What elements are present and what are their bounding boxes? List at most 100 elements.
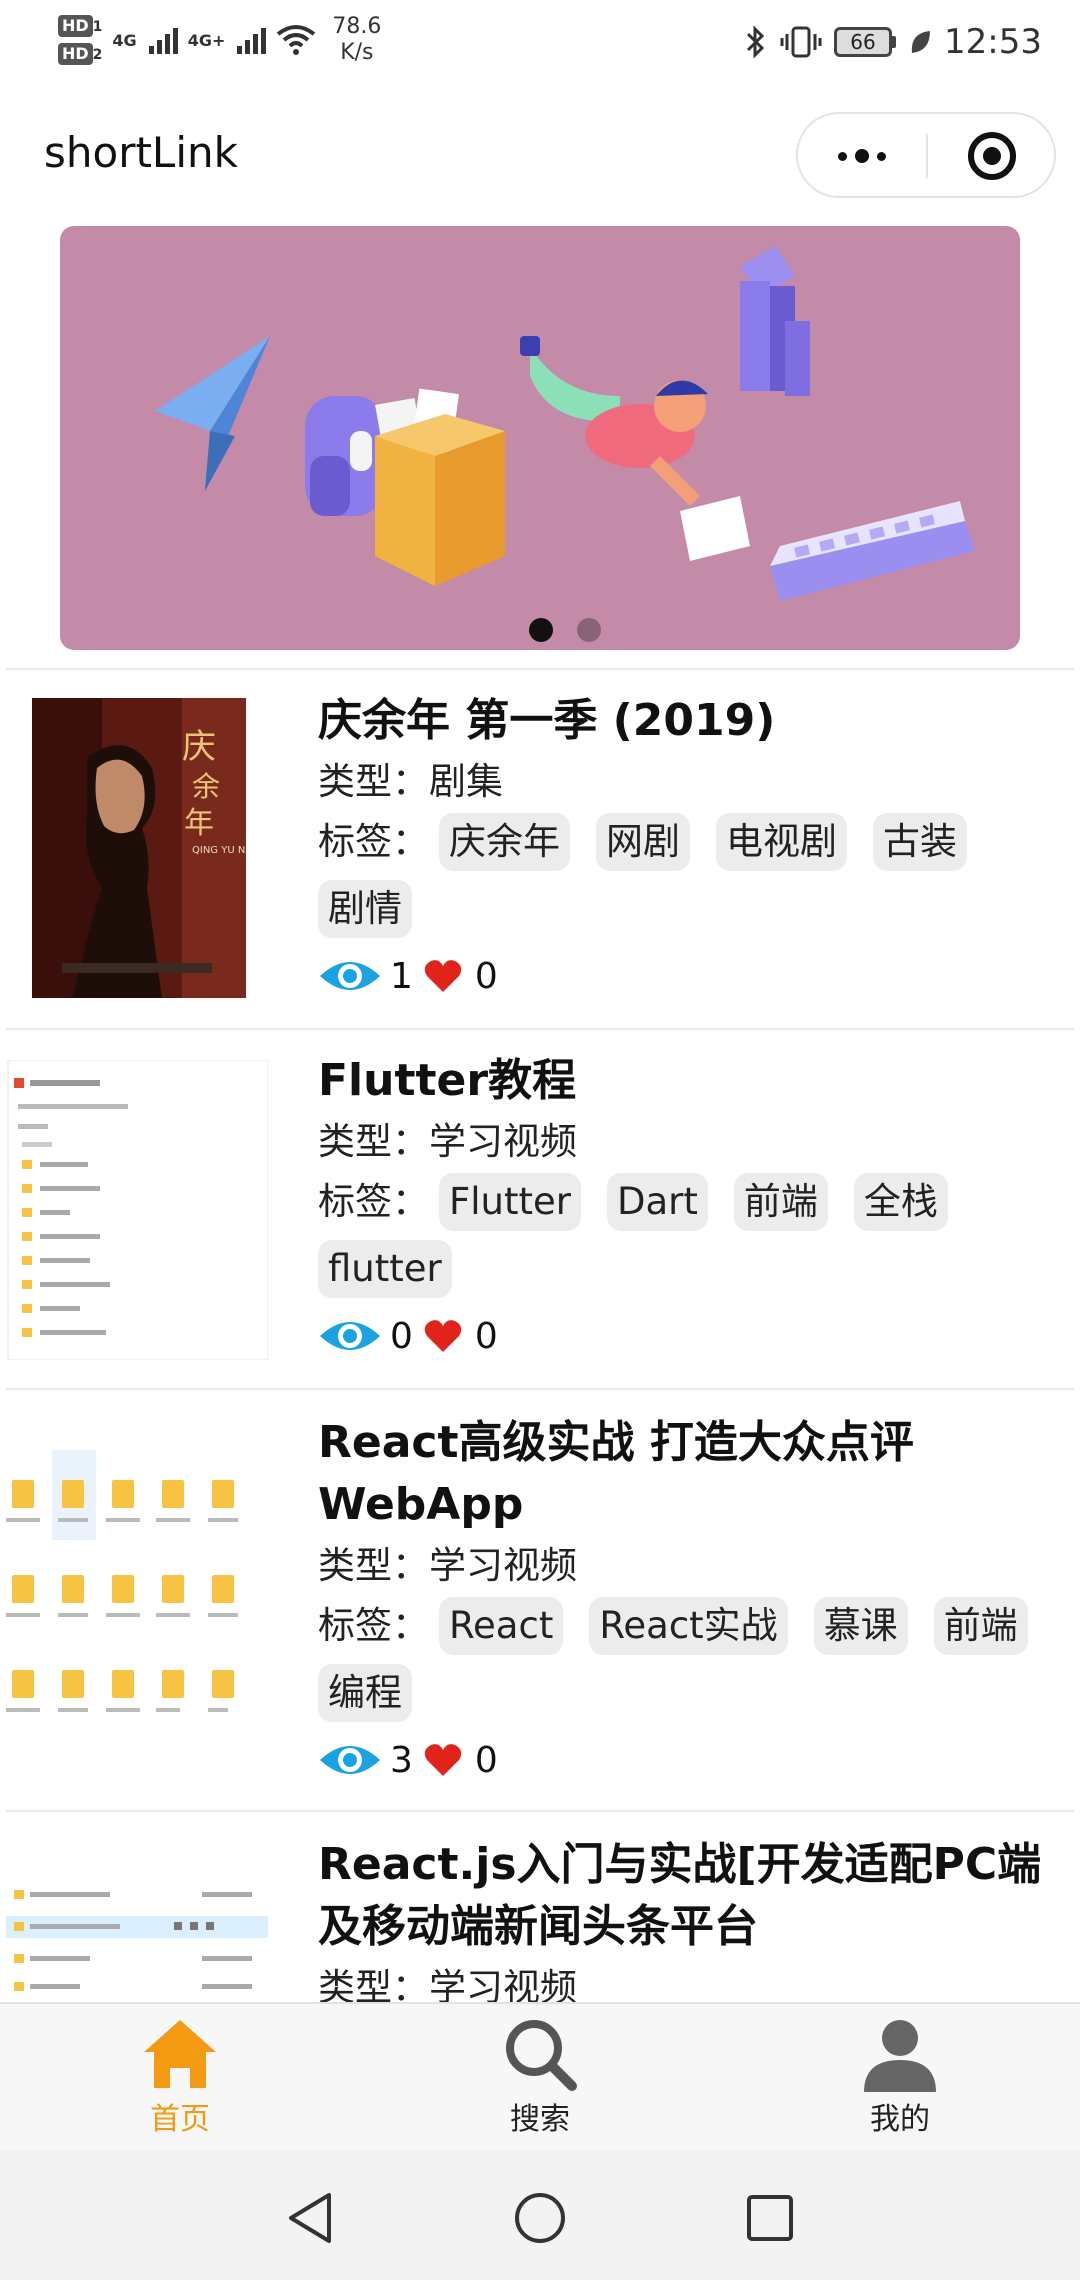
user-icon (864, 2020, 936, 2092)
file-list-screenshot (7, 1060, 268, 1360)
home-icon (144, 2020, 216, 2088)
item-type: 类型：学习视频 (318, 1966, 577, 2002)
recents-square-icon (747, 2195, 793, 2241)
tag[interactable]: 庆余年 (439, 813, 570, 871)
tag[interactable]: 慕课 (813, 1597, 908, 1655)
item-thumbnail (6, 1872, 268, 2002)
system-nav-bar (0, 2150, 1080, 2280)
recents-button[interactable] (740, 2190, 800, 2246)
page-title: shortLink (44, 128, 238, 177)
close-button[interactable] (928, 114, 1056, 198)
view-count: 0 (390, 1315, 413, 1357)
view-count: 1 (390, 955, 413, 997)
list-item[interactable]: React.js入门与实战[开发适配PC端及移动端新闻头条平台 类型：学习视频 (0, 1812, 1080, 2002)
poster-text: QING YU NIAN (192, 845, 246, 856)
paper-plane-icon (155, 336, 270, 491)
list-item[interactable]: React高级实战 打造大众点评 WebApp 类型：学习视频 标签： Reac… (0, 1390, 1080, 1810)
like-count: 0 (474, 1739, 498, 1781)
target-icon (968, 132, 1016, 180)
network-speed: 78.6 K/s (332, 14, 382, 65)
tag[interactable]: React实战 (589, 1597, 788, 1655)
status-left: HD 1 HD 2 4G 4G+ 78.6 K/s (58, 14, 381, 66)
poster-image: 庆 余 年 QING YU NIAN (32, 698, 246, 998)
tag[interactable]: 电视剧 (716, 813, 847, 871)
tag[interactable]: flutter (318, 1240, 452, 1298)
network-type-2: 4G+ (187, 30, 226, 50)
carousel-indicator (60, 618, 1020, 642)
item-thumbnail: 庆 余 年 QING YU NIAN (32, 698, 246, 998)
carousel-dot-1[interactable] (529, 618, 553, 642)
more-button[interactable] (798, 114, 926, 198)
tag[interactable]: Flutter (439, 1173, 582, 1231)
battery-icon: 66 (834, 27, 897, 57)
banner-illustration (155, 246, 975, 601)
item-thumbnail (6, 1450, 268, 1750)
like-count: 0 (474, 1315, 498, 1357)
vibrate-icon (780, 26, 822, 58)
box-icon (375, 388, 505, 586)
eye-icon (320, 1322, 380, 1350)
tag[interactable]: React (439, 1597, 564, 1655)
eye-icon (320, 1746, 380, 1774)
item-stats: 0 0 (318, 1312, 1062, 1360)
item-type: 类型：学习视频 (318, 1544, 577, 1587)
wifi-icon (277, 25, 316, 55)
tag[interactable]: 全栈 (853, 1173, 948, 1231)
clock: 12:53 (944, 22, 1042, 62)
paper-icon (680, 496, 750, 561)
tag[interactable]: Dart (607, 1173, 708, 1231)
tag[interactable]: 剧情 (318, 880, 412, 938)
item-title: Flutter教程 (318, 1055, 577, 1106)
tab-search[interactable]: 搜索 (460, 2016, 620, 2146)
eye-icon (320, 962, 380, 990)
item-content: React高级实战 打造大众点评 WebApp 类型：学习视频 标签： Reac… (318, 1412, 1062, 1784)
back-button[interactable] (280, 2190, 340, 2246)
carousel-dot-2[interactable] (577, 618, 601, 642)
item-tags: 标签： Flutter Dart 前端 全栈 flutter (318, 1172, 1062, 1298)
bluetooth-icon (746, 25, 765, 59)
heart-icon (424, 1744, 462, 1776)
view-count: 3 (390, 1739, 413, 1781)
keyboard-icon (770, 501, 975, 601)
network-type-1: 4G (112, 30, 137, 50)
list-item[interactable]: 庆 余 年 QING YU NIAN 庆余年 第一季 (2019) 类型：剧集 … (0, 670, 1080, 1028)
file-list-screenshot (6, 1890, 268, 1991)
svg-text:庆: 庆 (182, 727, 216, 767)
building-icon (740, 246, 810, 396)
tab-home[interactable]: 首页 (100, 2016, 260, 2146)
item-title: 庆余年 第一季 (2019) (318, 695, 776, 746)
item-tags: 标签： React React实战 慕课 前端 编程 (318, 1596, 1062, 1722)
signal-icon (148, 26, 178, 54)
back-triangle-icon (289, 2193, 331, 2243)
item-title: React.js入门与实战[开发适配PC端及移动端新闻头条平台 (318, 1839, 1042, 1952)
item-content: 庆余年 第一季 (2019) 类型：剧集 标签： 庆余年 网剧 电视剧 古装 剧… (318, 690, 1062, 1000)
person-illustration (520, 336, 708, 506)
banner-carousel[interactable] (60, 226, 1020, 650)
item-content: Flutter教程 类型：学习视频 标签： Flutter Dart 前端 全栈… (318, 1050, 1062, 1360)
tag[interactable]: 前端 (933, 1597, 1028, 1655)
item-type: 类型：剧集 (318, 760, 503, 803)
list-item[interactable]: Flutter教程 类型：学习视频 标签： Flutter Dart 前端 全栈… (0, 1030, 1080, 1388)
like-count: 0 (474, 955, 498, 997)
leaf-icon (911, 31, 931, 53)
svg-text:余: 余 (192, 770, 220, 803)
home-button[interactable] (510, 2190, 570, 2246)
signal-icon (237, 26, 267, 54)
tag[interactable]: 编程 (318, 1664, 412, 1722)
item-stats: 3 0 (318, 1736, 1062, 1784)
item-type: 类型：学习视频 (318, 1120, 577, 1163)
hd1-indicator: HD 1 (58, 15, 102, 37)
item-title: React高级实战 打造大众点评 WebApp (318, 1417, 914, 1530)
search-icon (506, 2020, 577, 2091)
heart-icon (424, 1320, 462, 1352)
tab-mine[interactable]: 我的 (820, 2016, 980, 2146)
tab-bar: 首页 搜索 我的 (0, 2002, 1080, 2150)
item-tags: 标签： 庆余年 网剧 电视剧 古装 剧情 (318, 812, 1062, 938)
folder-grid-screenshot (6, 1450, 238, 1712)
title-bar: shortLink (0, 92, 1080, 220)
tag[interactable]: 古装 (873, 813, 967, 871)
backpack-icon (305, 396, 385, 516)
tag[interactable]: 前端 (733, 1173, 828, 1231)
status-bar: HD 1 HD 2 4G 4G+ 78.6 K/s 66 12:53 (0, 0, 1080, 92)
tag[interactable]: 网剧 (596, 813, 690, 871)
